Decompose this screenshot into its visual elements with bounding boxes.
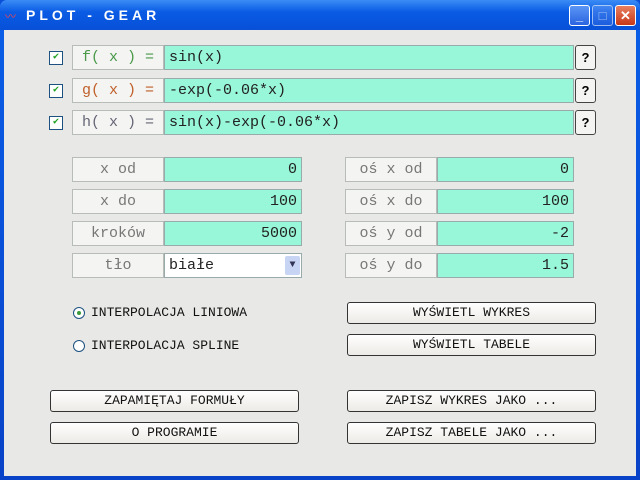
background-select[interactable]: białe ▼ (164, 253, 302, 278)
g-help-button[interactable]: ? (575, 78, 596, 103)
g-formula-input[interactable]: -exp(-0.06*x) (164, 78, 574, 103)
f-formula-input[interactable]: sin(x) (164, 45, 574, 70)
show-plot-button[interactable]: WYŚWIETL WYKRES (347, 302, 596, 324)
client-area: ✔ f( x ) = sin(x) ? ✔ g( x ) = -exp(-0.0… (4, 30, 636, 476)
x-from-label: x od (72, 157, 164, 182)
linear-interpolation-label[interactable]: INTERPOLACJA LINIOWA (91, 305, 247, 320)
title-bar[interactable]: 〰 PLOT - GEAR _ □ ✕ (0, 0, 640, 30)
axis-x-from-input[interactable]: 0 (437, 157, 574, 182)
steps-input[interactable]: 5000 (164, 221, 302, 246)
h-enable-checkbox[interactable]: ✔ (49, 116, 63, 130)
x-to-input[interactable]: 100 (164, 189, 302, 214)
axis-x-to-label: oś x do (345, 189, 437, 214)
x-from-input[interactable]: 0 (164, 157, 302, 182)
x-to-label: x do (72, 189, 164, 214)
app-window: 〰 PLOT - GEAR _ □ ✕ ✔ f( x ) = sin(x) ? … (0, 0, 640, 480)
f-help-button[interactable]: ? (575, 45, 596, 70)
spline-interpolation-radio[interactable] (73, 340, 85, 352)
save-plot-button[interactable]: ZAPISZ WYKRES JAKO ... (347, 390, 596, 412)
g-enable-checkbox[interactable]: ✔ (49, 84, 63, 98)
h-formula-input[interactable]: sin(x)-exp(-0.06*x) (164, 110, 574, 135)
steps-label: kroków (72, 221, 164, 246)
about-button[interactable]: O PROGRAMIE (50, 422, 299, 444)
f-label: f( x ) = (72, 45, 164, 70)
axis-x-from-label: oś x od (345, 157, 437, 182)
axis-y-to-label: oś y do (345, 253, 437, 278)
app-icon: 〰 (5, 12, 16, 24)
f-enable-checkbox[interactable]: ✔ (49, 51, 63, 65)
background-select-value: białe (169, 257, 215, 274)
axis-y-from-label: oś y od (345, 221, 437, 246)
minimize-button[interactable]: _ (569, 5, 590, 26)
maximize-button[interactable]: □ (592, 5, 613, 26)
linear-interpolation-radio[interactable] (73, 307, 85, 319)
show-table-button[interactable]: WYŚWIETL TABELE (347, 334, 596, 356)
h-help-button[interactable]: ? (575, 110, 596, 135)
axis-y-from-input[interactable]: -2 (437, 221, 574, 246)
background-label: tło (72, 253, 164, 278)
save-formulas-button[interactable]: ZAPAMIĘTAJ FORMUŁY (50, 390, 299, 412)
g-label: g( x ) = (72, 78, 164, 103)
h-label: h( x ) = (72, 110, 164, 135)
close-button[interactable]: ✕ (615, 5, 636, 26)
window-title: PLOT - GEAR (26, 7, 161, 23)
chevron-down-icon[interactable]: ▼ (285, 256, 300, 275)
save-table-button[interactable]: ZAPISZ TABELE JAKO ... (347, 422, 596, 444)
axis-y-to-input[interactable]: 1.5 (437, 253, 574, 278)
axis-x-to-input[interactable]: 100 (437, 189, 574, 214)
spline-interpolation-label[interactable]: INTERPOLACJA SPLINE (91, 338, 239, 353)
